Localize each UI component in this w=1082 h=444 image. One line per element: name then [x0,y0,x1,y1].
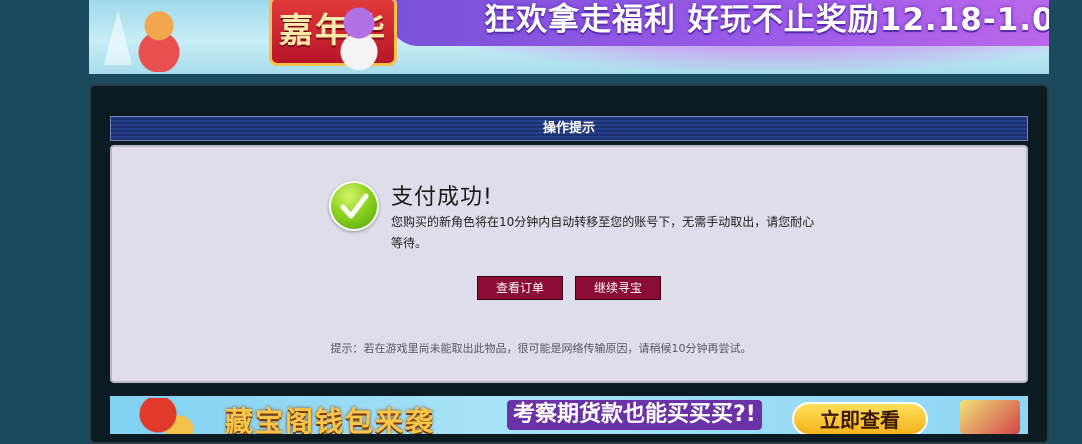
continue-treasure-button[interactable]: 继续寻宝 [575,276,661,300]
bottom-promo-banner[interactable]: 藏宝阁钱包来袭 考察期货款也能买买买?! 立即查看 [110,396,1028,434]
hero-character-image [130,398,200,434]
panel-title-bar: 操作提示 [110,116,1028,141]
check-icon [329,181,379,231]
view-orders-button[interactable]: 查看订单 [477,276,563,300]
wallet-promo-text: 藏宝阁钱包来袭 [225,405,436,434]
character-right-image [329,4,389,72]
payment-success-title: 支付成功! [391,185,493,210]
payment-success-message: 您购买的新角色将在10分钟内自动转移至您的账号下，无需手动取出，请您耐心等待。 [391,215,815,250]
gift-box-image [960,400,1020,434]
banner-headline-text: 狂欢拿走福利 好玩不止奖励12.18-1.02 [484,2,1049,38]
character-left-image [129,6,189,72]
tree-decoration [104,10,132,65]
installment-promo-text: 考察期货款也能买买买?! [507,400,762,430]
view-now-button[interactable]: 立即查看 [792,402,928,434]
hint-text: 提示：若在游戏里尚未能取出此物品，很可能是网络传输原因，请稍候10分钟再尝试。 [330,342,752,355]
top-promo-banner[interactable]: 嘉年华 狂欢拿走福利 好玩不止奖励12.18-1.02 [89,0,1049,74]
